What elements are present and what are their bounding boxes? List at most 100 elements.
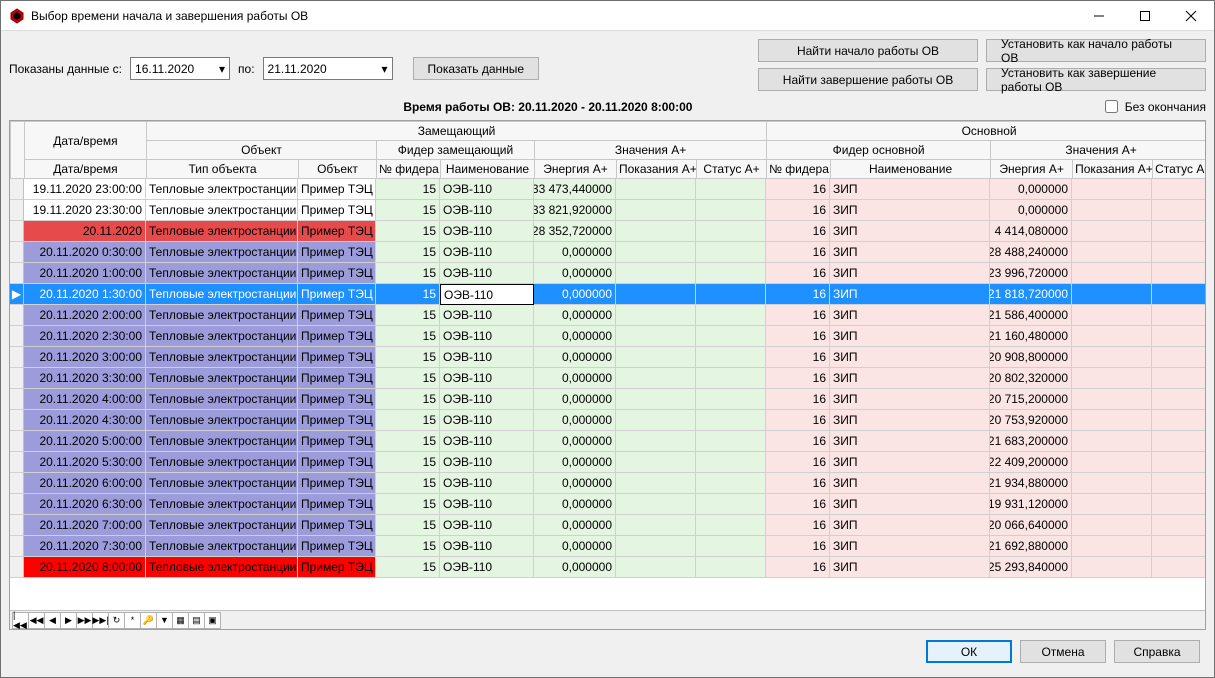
cell-energy-2[interactable]: 4 414,080000 bbox=[990, 221, 1072, 242]
cell-status-2[interactable] bbox=[1152, 452, 1205, 473]
cell-readings-1[interactable] bbox=[616, 284, 696, 305]
cell-status-2[interactable] bbox=[1152, 389, 1205, 410]
cell-name-1[interactable]: ОЭВ-110 bbox=[440, 557, 534, 578]
cell-readings-1[interactable] bbox=[616, 221, 696, 242]
cell-status-1[interactable] bbox=[696, 284, 766, 305]
table-row[interactable]: 20.11.2020 3:00:00Тепловые электростанци… bbox=[10, 347, 1205, 368]
cell-readings-2[interactable] bbox=[1072, 515, 1152, 536]
cell-energy-2[interactable]: 20 753,920000 bbox=[990, 410, 1072, 431]
nav-prev-button[interactable]: ◀ bbox=[44, 612, 61, 629]
cell-status-2[interactable] bbox=[1152, 473, 1205, 494]
col-type[interactable]: Тип объекта bbox=[147, 160, 299, 179]
cell-feeder-no-2[interactable]: 16 bbox=[766, 368, 830, 389]
cell-status-1[interactable] bbox=[696, 347, 766, 368]
cell-readings-1[interactable] bbox=[616, 515, 696, 536]
cell-name-1[interactable]: ОЭВ-110 bbox=[440, 284, 534, 305]
table-row[interactable]: 20.11.2020 7:00:00Тепловые электростанци… bbox=[10, 515, 1205, 536]
nav-next-button[interactable]: ▶ bbox=[60, 612, 77, 629]
cell-energy-1[interactable]: 0,000000 bbox=[534, 494, 616, 515]
col-feeder-no-2[interactable]: № фидера bbox=[767, 160, 831, 179]
cell-type[interactable]: Тепловые электростанции bbox=[146, 221, 298, 242]
cell-type[interactable]: Тепловые электростанции bbox=[146, 347, 298, 368]
col-name-1[interactable]: Наименование bbox=[441, 160, 535, 179]
cell-status-2[interactable] bbox=[1152, 347, 1205, 368]
cell-object[interactable]: Пример ТЭЦ bbox=[298, 410, 376, 431]
table-row[interactable]: 20.11.2020 7:30:00Тепловые электростанци… bbox=[10, 536, 1205, 557]
cell-readings-1[interactable] bbox=[616, 347, 696, 368]
cell-name-2[interactable]: ЗИП bbox=[830, 410, 990, 431]
no-end-checkbox[interactable]: Без окончания bbox=[1101, 97, 1206, 116]
cell-feeder-no-2[interactable]: 16 bbox=[766, 494, 830, 515]
col-values-sub-group[interactable]: Значения A+ bbox=[535, 141, 767, 160]
cell-feeder-no-1[interactable]: 15 bbox=[376, 473, 440, 494]
table-row[interactable]: 20.11.2020 5:00:00Тепловые электростанци… bbox=[10, 431, 1205, 452]
cell-energy-2[interactable]: 21 692,880000 bbox=[990, 536, 1072, 557]
cell-type[interactable]: Тепловые электростанции bbox=[146, 242, 298, 263]
cell-energy-1[interactable]: 0,000000 bbox=[534, 242, 616, 263]
col-feeder-no-1[interactable]: № фидера bbox=[377, 160, 441, 179]
cell-name-2[interactable]: ЗИП bbox=[830, 368, 990, 389]
cell-name-1[interactable]: ОЭВ-110 bbox=[440, 452, 534, 473]
cell-readings-1[interactable] bbox=[616, 410, 696, 431]
table-row[interactable]: 20.11.2020 2:30:00Тепловые электростанци… bbox=[10, 326, 1205, 347]
cell-energy-1[interactable]: 0,000000 bbox=[534, 410, 616, 431]
cell-readings-1[interactable] bbox=[616, 305, 696, 326]
cell-energy-2[interactable]: 0,000000 bbox=[990, 200, 1072, 221]
cell-name-2[interactable]: ЗИП bbox=[830, 221, 990, 242]
show-data-button[interactable]: Показать данные bbox=[413, 57, 540, 80]
cell-name-2[interactable]: ЗИП bbox=[830, 536, 990, 557]
cell-readings-2[interactable] bbox=[1072, 536, 1152, 557]
minimize-button[interactable] bbox=[1076, 1, 1122, 31]
cell-type[interactable]: Тепловые электростанции bbox=[146, 389, 298, 410]
date-from-input[interactable]: 16.11.2020 ▾ bbox=[130, 57, 230, 80]
cell-feeder-no-2[interactable]: 16 bbox=[766, 347, 830, 368]
cell-name-1[interactable]: ОЭВ-110 bbox=[440, 305, 534, 326]
table-row[interactable]: 20.11.2020 0:30:00Тепловые электростанци… bbox=[10, 242, 1205, 263]
cell-name-2[interactable]: ЗИП bbox=[830, 515, 990, 536]
cell-feeder-no-2[interactable]: 16 bbox=[766, 326, 830, 347]
table-row[interactable]: 20.11.2020Тепловые электростанцииПример … bbox=[10, 221, 1205, 242]
cell-energy-1[interactable]: 0,000000 bbox=[534, 305, 616, 326]
cell-energy-2[interactable]: 0,000000 bbox=[990, 179, 1072, 200]
cell-feeder-no-1[interactable]: 15 bbox=[376, 284, 440, 305]
cell-name-2[interactable]: ЗИП bbox=[830, 431, 990, 452]
cell-status-2[interactable] bbox=[1152, 305, 1205, 326]
cell-feeder-no-1[interactable]: 15 bbox=[376, 242, 440, 263]
cell-readings-1[interactable] bbox=[616, 431, 696, 452]
cell-name-1[interactable]: ОЭВ-110 bbox=[440, 263, 534, 284]
cell-status-2[interactable] bbox=[1152, 242, 1205, 263]
cell-object[interactable]: Пример ТЭЦ bbox=[298, 200, 376, 221]
cell-energy-1[interactable]: 0,000000 bbox=[534, 389, 616, 410]
cell-status-1[interactable] bbox=[696, 515, 766, 536]
cell-status-2[interactable] bbox=[1152, 368, 1205, 389]
cell-feeder-no-1[interactable]: 15 bbox=[376, 536, 440, 557]
cell-name-1[interactable]: ОЭВ-110 bbox=[440, 389, 534, 410]
nav-last-button[interactable]: ▶▶| bbox=[92, 612, 109, 629]
cell-datetime[interactable]: 20.11.2020 4:30:00 bbox=[24, 410, 146, 431]
cell-status-1[interactable] bbox=[696, 326, 766, 347]
cell-energy-2[interactable]: 21 934,880000 bbox=[990, 473, 1072, 494]
cell-type[interactable]: Тепловые электростанции bbox=[146, 305, 298, 326]
cell-name-2[interactable]: ЗИП bbox=[830, 263, 990, 284]
cell-readings-2[interactable] bbox=[1072, 494, 1152, 515]
cell-feeder-no-1[interactable]: 15 bbox=[376, 368, 440, 389]
col-object[interactable]: Объект bbox=[299, 160, 377, 179]
cell-readings-1[interactable] bbox=[616, 326, 696, 347]
table-row[interactable]: 20.11.2020 8:00:00Тепловые электростанци… bbox=[10, 557, 1205, 578]
cell-status-2[interactable] bbox=[1152, 515, 1205, 536]
cell-readings-2[interactable] bbox=[1072, 242, 1152, 263]
nav-first-button[interactable]: |◀◀ bbox=[12, 612, 29, 629]
cell-feeder-no-2[interactable]: 16 bbox=[766, 200, 830, 221]
cell-name-1[interactable]: ОЭВ-110 bbox=[440, 200, 534, 221]
cell-datetime[interactable]: 20.11.2020 8:00:00 bbox=[24, 557, 146, 578]
cell-name-2[interactable]: ЗИП bbox=[830, 347, 990, 368]
cell-datetime[interactable]: 19.11.2020 23:30:00 bbox=[24, 200, 146, 221]
col-name-2[interactable]: Наименование bbox=[831, 160, 991, 179]
cell-feeder-no-2[interactable]: 16 bbox=[766, 242, 830, 263]
cell-feeder-no-2[interactable]: 16 bbox=[766, 515, 830, 536]
cell-datetime[interactable]: 19.11.2020 23:00:00 bbox=[24, 179, 146, 200]
cell-feeder-no-1[interactable]: 15 bbox=[376, 221, 440, 242]
table-row[interactable]: 20.11.2020 4:30:00Тепловые электростанци… bbox=[10, 410, 1205, 431]
cell-name-1[interactable]: ОЭВ-110 bbox=[440, 410, 534, 431]
cell-status-2[interactable] bbox=[1152, 431, 1205, 452]
